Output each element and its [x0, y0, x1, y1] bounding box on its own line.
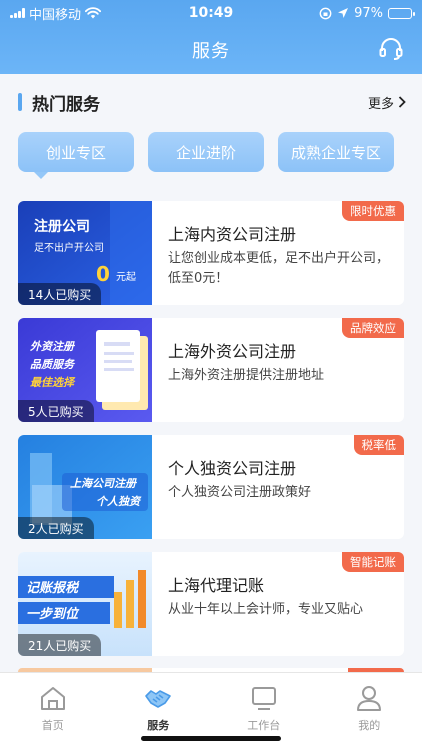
service-card[interactable]: 上海公司注册 个人独资 2人已购买 个人独资公司注册 个人独资公司注册政策好 税… [18, 435, 404, 539]
status-bar: 中国移动 10:49 97% [0, 0, 422, 26]
service-thumbnail: 记账报税 一步到位 21人已购买 [18, 552, 152, 656]
status-left: 中国移动 [10, 4, 102, 23]
thumb-line1: 外资注册 [29, 340, 76, 353]
service-thumbnail: 上海公司注册 个人独资 2人已购买 [18, 435, 152, 539]
thumb-line2: 一步到位 [26, 606, 80, 622]
status-right: 97% [319, 5, 415, 21]
thumb-line1: 注册公司 [34, 218, 90, 235]
buyer-count: 5人已购买 [18, 400, 94, 422]
service-card[interactable]: 记账报税 一步到位 21人已购买 上海代理记账 从业十年以上会计师，专业又贴心 … [18, 552, 404, 656]
card-title: 上海代理记账 [168, 576, 265, 595]
category-label: 创业专区 [45, 143, 106, 162]
thumb-line2: 品质服务 [30, 358, 76, 371]
more-link[interactable]: 更多 [368, 93, 406, 112]
card-badge: 限时优惠 [342, 201, 404, 221]
thumb-line1: 上海公司注册 [70, 477, 138, 490]
tab-label: 服务 [147, 719, 170, 732]
home-icon [40, 687, 65, 710]
category-label: 企业进阶 [175, 143, 236, 162]
monitor-icon [251, 687, 276, 710]
category-tabs: 创业专区 企业进阶 成熟企业专区 [18, 132, 406, 179]
battery-icon [388, 7, 415, 19]
section-accent-bar [18, 93, 22, 111]
card-desc: 从业十年以上会计师，专业又贴心 [168, 602, 364, 617]
service-card[interactable]: 外资注册 品质服务 最佳选择 5人已购买 上海外资公司注册 上海外资注册提供注册… [18, 318, 404, 422]
service-thumbnail: 注册公司 足不出户开公司 0 元起 14人已购买 [18, 201, 152, 305]
chevron-right-icon [398, 96, 406, 108]
home-indicator [141, 736, 281, 741]
page-title: 服务 [192, 41, 230, 62]
card-badge: 税率低 [353, 435, 404, 455]
tab-mine[interactable]: 我的 [317, 673, 422, 750]
card-title: 上海外资公司注册 [168, 342, 297, 361]
service-card[interactable]: 注册公司 足不出户开公司 0 元起 14人已购买 上海内资公司注册 让您创业成本… [18, 201, 404, 305]
tab-label: 我的 [358, 719, 381, 732]
category-startup[interactable]: 创业专区 [18, 132, 134, 179]
user-icon [357, 686, 382, 711]
thumb-line2: 足不出户开公司 [34, 241, 104, 254]
carrier-name: 中国移动 [29, 7, 82, 23]
card-desc: 个人独资公司注册政策好 [168, 485, 312, 500]
card-badge: 智能记账 [342, 552, 404, 572]
category-mature[interactable]: 成熟企业专区 [278, 132, 394, 172]
signal-icon [10, 8, 25, 18]
thumb-line2: 个人独资 [96, 495, 142, 508]
category-advance[interactable]: 企业进阶 [148, 132, 264, 172]
thumb-unit: 元起 [116, 271, 136, 283]
title-bar: 服务 [0, 26, 422, 74]
buyer-count: 14人已购买 [18, 283, 102, 305]
handshake-icon [145, 690, 172, 708]
tab-home[interactable]: 首页 [0, 673, 106, 750]
headset-icon[interactable] [378, 36, 404, 62]
top-header: 中国移动 10:49 97% 服务 [0, 0, 422, 74]
tab-label: 工作台 [247, 719, 281, 732]
card-badge: 品牌效应 [342, 318, 404, 338]
tab-label: 首页 [41, 719, 64, 732]
card-title: 个人独资公司注册 [168, 459, 297, 478]
status-time: 10:49 [188, 5, 234, 21]
section-header: 热门服务 更多 [18, 90, 406, 115]
category-label: 成熟企业专区 [290, 143, 381, 162]
section-title: 热门服务 [32, 94, 100, 115]
card-desc: 上海外资注册提供注册地址 [168, 368, 325, 383]
thumb-line1: 记账报税 [26, 580, 80, 596]
wifi-icon [85, 7, 102, 19]
card-title: 上海内资公司注册 [168, 225, 297, 244]
more-label: 更多 [367, 96, 394, 112]
service-thumbnail: 外资注册 品质服务 最佳选择 5人已购买 [18, 318, 152, 422]
thumb-line3: 最佳选择 [30, 376, 76, 389]
card-desc: 让您创业成本更低，足不出户开公司，低至0元！ [168, 251, 390, 286]
location-icon [338, 8, 349, 18]
buyer-count: 2人已购买 [18, 517, 94, 539]
rotation-lock-icon [319, 7, 332, 19]
thumb-number: 0 [96, 262, 110, 286]
battery-percent: 97% [354, 5, 383, 21]
buyer-count: 21人已购买 [18, 634, 102, 656]
